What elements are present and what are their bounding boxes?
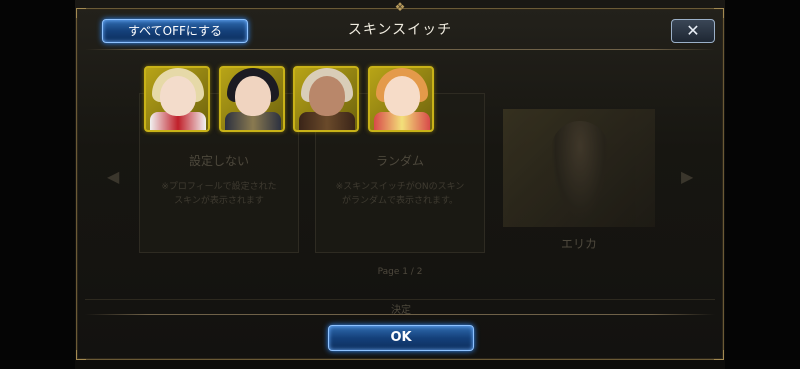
portrait-face xyxy=(160,76,196,116)
skin-icon-3[interactable] xyxy=(293,66,359,132)
skin-switch-dialog: ❖ すべてOFFにする スキンスイッチ ✕ ◀ ▶ 設定しない ※プロフィールで… xyxy=(76,0,724,360)
portrait-face xyxy=(235,76,271,116)
prev-page-arrow-icon: ◀ xyxy=(107,167,120,186)
page-indicator: Page 1 / 2 xyxy=(377,267,423,277)
card-description: スキンが表示されます xyxy=(174,196,264,206)
card-title: ランダム xyxy=(375,154,424,168)
card-description: ※スキンスイッチがONのスキン xyxy=(335,182,465,192)
portrait-face xyxy=(384,76,420,116)
next-page-arrow-icon: ▶ xyxy=(681,167,694,186)
background-skin-panel: ◀ ▶ 設定しない ※プロフィールで設定された スキンが表示されます ランダム … xyxy=(77,9,723,359)
ok-button[interactable]: OK xyxy=(328,325,474,351)
skin-icon-1[interactable] xyxy=(144,66,210,132)
panel-divider xyxy=(85,299,715,300)
character-figure xyxy=(551,121,609,221)
card-title: 設定しない xyxy=(188,154,249,168)
skin-icon-4[interactable] xyxy=(368,66,434,132)
card-description: ※プロフィールで設定された xyxy=(161,182,277,192)
skin-icon-2[interactable] xyxy=(219,66,285,132)
portrait-face xyxy=(309,76,345,116)
character-name: エリカ xyxy=(560,237,597,251)
footer-divider xyxy=(85,314,715,315)
card-description: がランダムで表示されます。 xyxy=(341,196,459,206)
character-portrait xyxy=(503,109,655,227)
